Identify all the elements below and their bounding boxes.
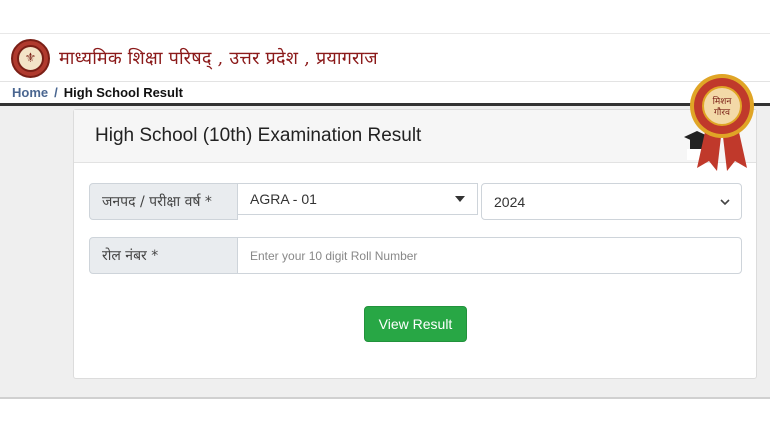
card-title: High School (10th) Examination Result <box>95 125 422 146</box>
result-card: High School (10th) Examination Result जन… <box>73 109 757 379</box>
district-select[interactable]: AGRA - 01 <box>237 183 478 215</box>
page: ⚜ माध्यमिक शिक्षा परिषद् , उत्तर प्रदेश … <box>0 0 770 431</box>
district-year-label: जनपद / परीक्षा वर्ष * <box>89 183 238 220</box>
roll-number-label: रोल नंबर * <box>89 237 238 274</box>
org-title: माध्यमिक शिक्षा परिषद् , उत्तर प्रदेश , … <box>59 48 378 69</box>
footer-divider <box>0 397 770 399</box>
site-header: ⚜ माध्यमिक शिक्षा परिषद् , उत्तर प्रदेश … <box>0 33 770 81</box>
roll-number-placeholder: Enter your 10 digit Roll Number <box>250 248 418 263</box>
chevron-down-icon <box>720 199 730 206</box>
caret-down-icon <box>455 196 465 202</box>
mission-gaurav-badge: मिशन गौरव <box>690 74 754 171</box>
breadcrumb-separator: / <box>54 85 58 100</box>
year-select[interactable]: 2024 <box>481 183 742 220</box>
view-result-button[interactable]: View Result <box>364 306 467 342</box>
card-header: High School (10th) Examination Result <box>74 110 756 163</box>
year-select-value: 2024 <box>494 193 526 210</box>
breadcrumb-home-link[interactable]: Home <box>12 85 48 100</box>
district-select-value: AGRA - 01 <box>250 191 317 207</box>
emblem-inner: ⚜ <box>17 45 44 72</box>
breadcrumb: Home / High School Result <box>0 81 770 103</box>
badge-text-line2: गौरव <box>714 106 731 118</box>
badge-text-line1: मिशन <box>713 95 733 107</box>
up-emblem-icon[interactable]: ⚜ <box>11 39 50 78</box>
roll-number-input[interactable]: Enter your 10 digit Roll Number <box>237 237 742 274</box>
breadcrumb-current: High School Result <box>63 85 183 100</box>
